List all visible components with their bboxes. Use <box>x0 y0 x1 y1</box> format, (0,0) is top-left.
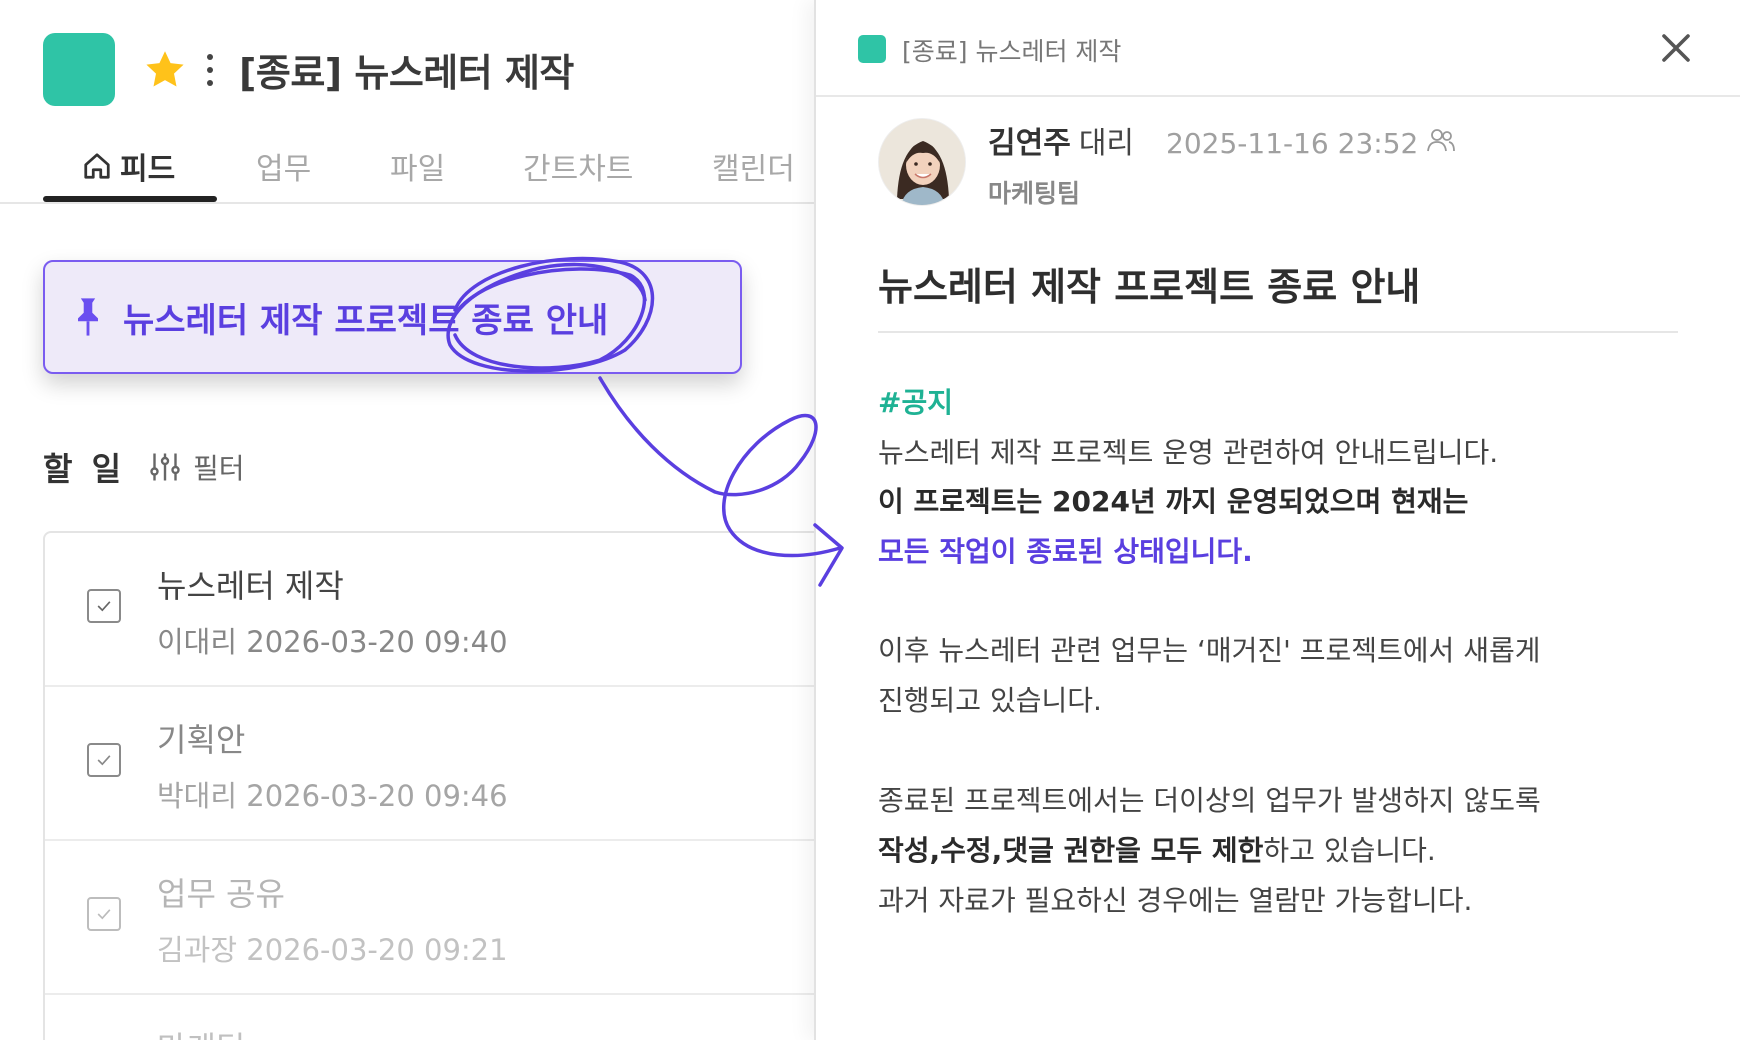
task-name: 마케팅 <box>157 1023 245 1040</box>
task-item[interactable]: 뉴스레터 제작 이대리 2026-03-20 09:40 <box>45 533 843 687</box>
task-item[interactable]: 마케팅 <box>45 995 843 1040</box>
project-color-icon <box>43 33 115 106</box>
post-body-line-bold: 이 프로젝트는 2024년 까지 운영되었으며 현재는 <box>878 485 1469 518</box>
more-options-icon[interactable] <box>203 50 217 90</box>
project-feed-panel: [종료] 뉴스레터 제작 피드 업무 파일 간트차트 캘린더 뉴스레터 제작 프… <box>0 0 843 1040</box>
tab-calendar[interactable]: 캘린더 <box>712 144 795 188</box>
filter-button[interactable]: 필터 <box>147 447 245 487</box>
task-checkbox[interactable] <box>87 589 121 623</box>
post-hashtag[interactable]: #공지 <box>878 378 953 428</box>
post-body-line: 이후 뉴스레터 관련 업무는 ‘매거진' 프로젝트에서 새롭게 <box>878 634 1541 667</box>
active-tab-indicator <box>43 196 217 202</box>
post-title: 뉴스레터 제작 프로젝트 종료 안내 <box>878 265 1421 309</box>
project-title: [종료] 뉴스레터 제작 <box>239 51 574 95</box>
tab-files[interactable]: 파일 <box>390 144 445 188</box>
filter-icon <box>150 453 180 481</box>
post-date: 2025-11-16 23:52 <box>1166 127 1419 160</box>
author-line: 김연주 대리 2025-11-16 23:52 <box>988 118 1456 162</box>
check-icon <box>97 601 111 612</box>
pin-icon <box>78 298 98 336</box>
project-tabs: 피드 업무 파일 간트차트 캘린더 <box>0 130 814 204</box>
task-name: 기획안 <box>157 721 246 759</box>
post-body-line: 작성,수정,댓글 권한을 모두 제한하고 있습니다. <box>878 826 1436 876</box>
divider <box>878 331 1678 333</box>
post-body-line-highlight: 모든 작업이 종료된 상태입니다. <box>878 535 1253 568</box>
task-item[interactable]: 기획안 박대리 2026-03-20 09:46 <box>45 687 843 841</box>
author-team: 마케팅팀 <box>988 179 1081 208</box>
people-icon[interactable] <box>1426 127 1456 153</box>
task-meta: 이대리 2026-03-20 09:40 <box>157 625 508 659</box>
project-header: [종료] 뉴스레터 제작 <box>43 33 574 106</box>
pinned-post[interactable]: 뉴스레터 제작 프로젝트 종료 안내 <box>43 260 742 374</box>
post-detail-header: [종료] 뉴스레터 제작 <box>816 0 1740 97</box>
hashtag[interactable]: #공지 <box>878 386 953 419</box>
tab-gantt[interactable]: 간트차트 <box>523 144 633 188</box>
avatar[interactable] <box>878 118 966 206</box>
pinned-post-title: 뉴스레터 제작 프로젝트 종료 안내 <box>123 300 609 341</box>
tab-feed-label: 피드 <box>120 152 176 187</box>
task-item[interactable]: 업무 공유 김과장 2026-03-20 09:21 <box>45 841 843 995</box>
tab-feed[interactable]: 피드 <box>82 144 175 188</box>
task-list: 뉴스레터 제작 이대리 2026-03-20 09:40 기획안 박대리 202… <box>43 531 843 1040</box>
tab-tasks[interactable]: 업무 <box>256 144 311 188</box>
task-meta: 박대리 2026-03-20 09:46 <box>157 779 508 813</box>
check-icon <box>97 909 111 920</box>
todo-header: 할 일 필터 <box>43 444 245 490</box>
check-icon <box>97 755 111 766</box>
task-meta: 김과장 2026-03-20 09:21 <box>157 933 508 967</box>
task-name: 업무 공유 <box>157 875 285 913</box>
author-rank: 대리 <box>1078 126 1135 161</box>
task-checkbox[interactable] <box>87 743 121 777</box>
project-color-icon <box>858 35 886 63</box>
close-icon[interactable] <box>1658 30 1694 66</box>
task-checkbox[interactable] <box>87 897 121 931</box>
post-body-line: 종료된 프로젝트에서는 더이상의 업무가 발생하지 않도록 <box>878 784 1541 817</box>
post-body-line: 과거 자료가 필요하신 경우에는 열람만 가능합니다. <box>878 884 1473 917</box>
post-detail-panel: [종료] 뉴스레터 제작 김연주 대리 2025-11-16 23:52 마케팅… <box>814 0 1740 1040</box>
author-name: 김연주 <box>988 126 1071 161</box>
task-name: 뉴스레터 제작 <box>157 567 344 605</box>
todo-title: 할 일 <box>43 450 126 488</box>
post-body-rest-part: 하고 있습니다. <box>1263 834 1436 867</box>
star-icon[interactable] <box>141 46 189 94</box>
post-body-bold-part: 작성,수정,댓글 권한을 모두 제한 <box>878 834 1264 867</box>
home-icon <box>84 153 110 179</box>
author-info: 김연주 대리 2025-11-16 23:52 마케팅팀 <box>988 118 1456 210</box>
filter-label: 필터 <box>193 452 245 485</box>
post-detail-project-title: [종료] 뉴스레터 제작 <box>902 37 1122 66</box>
post-author: 김연주 대리 2025-11-16 23:52 마케팅팀 <box>878 118 1456 210</box>
post-body-line: 진행되고 있습니다. <box>878 684 1102 717</box>
post-body-line: 뉴스레터 제작 프로젝트 운영 관련하여 안내드립니다. <box>878 436 1499 469</box>
